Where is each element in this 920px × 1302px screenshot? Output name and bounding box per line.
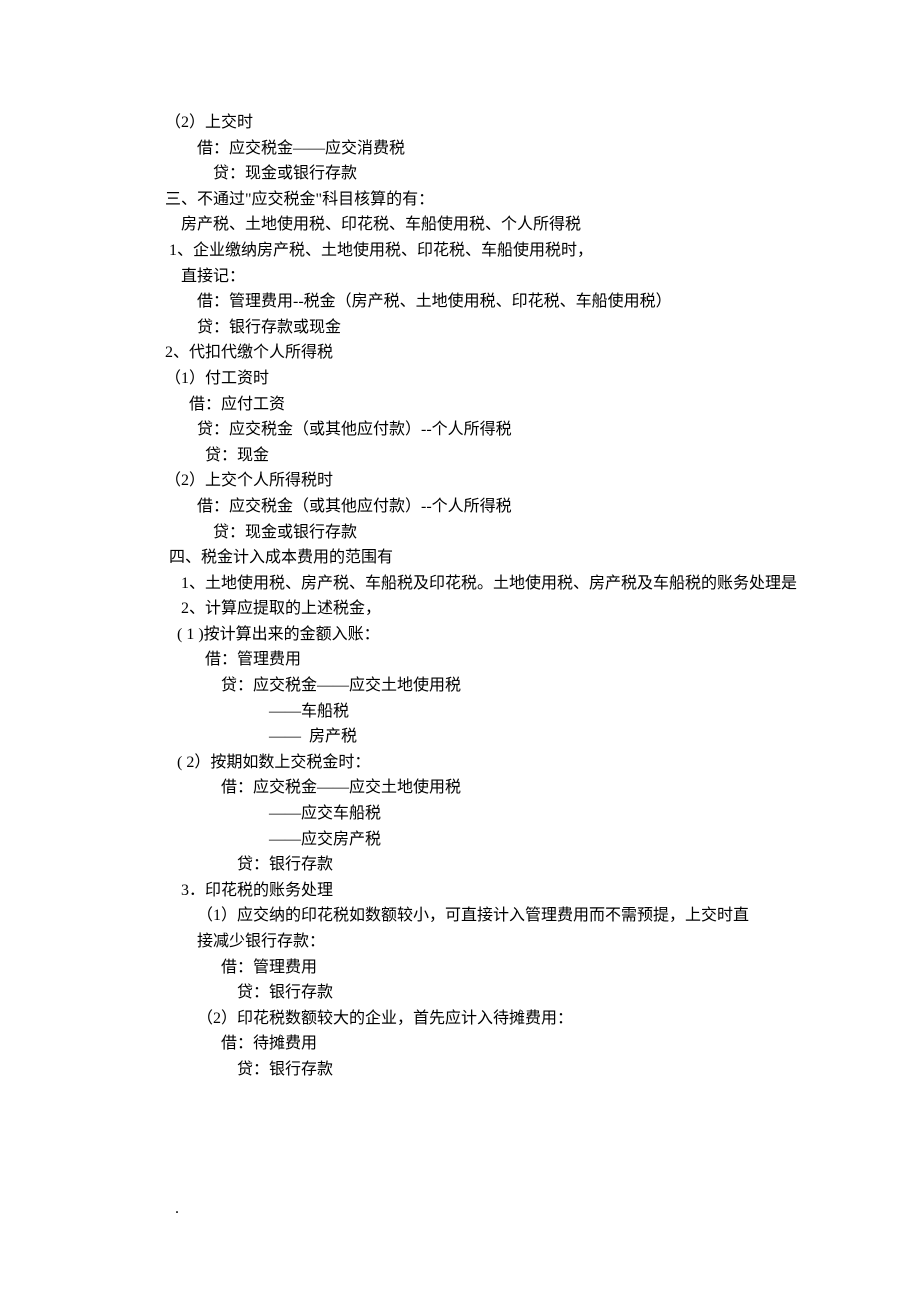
text-line: 借：待摊费用: [165, 1031, 755, 1057]
text-line: 房产税、土地使用税、印花税、车船使用税、个人所得税: [165, 212, 755, 238]
text-line: （2）上交时: [165, 110, 755, 136]
text-line: 借：应交税金——应交消费税: [165, 136, 755, 162]
text-line: 贷：银行存款或现金: [165, 315, 755, 341]
text-line: ( 2）按期如数上交税金时：: [165, 750, 755, 776]
text-line: 贷：银行存款: [165, 852, 755, 878]
text-line: 3．印花税的账务处理: [165, 878, 755, 904]
text-line: 2、代扣代缴个人所得税: [165, 340, 755, 366]
text-line: 接减少银行存款：: [165, 929, 755, 955]
text-line: （2）印花税数额较大的企业，首先应计入待摊费用：: [165, 1006, 755, 1032]
document-body: （2）上交时 借：应交税金——应交消费税 贷：现金或银行存款 三、不通过"应交税…: [165, 110, 755, 1083]
text-line: 贷：银行存款: [165, 980, 755, 1006]
footer-marker: .: [175, 1196, 179, 1222]
text-line: （1）付工资时: [165, 366, 755, 392]
text-line: 贷：应交税金（或其他应付款）--个人所得税: [165, 417, 755, 443]
text-line: 三、不通过"应交税金"科目核算的有：: [165, 187, 755, 213]
text-line: ――车船税: [165, 699, 755, 725]
text-line: 贷：银行存款: [165, 1057, 755, 1083]
text-line: （1）应交纳的印花税如数额较小，可直接计入管理费用而不需预提，上交时直: [165, 903, 755, 929]
text-line: 借：管理费用--税金（房产税、土地使用税、印花税、车船使用税）: [165, 289, 755, 315]
text-line: 贷：应交税金――应交土地使用税: [165, 673, 755, 699]
text-line: 2、计算应提取的上述税金，: [165, 596, 755, 622]
text-line: 四、税金计入成本费用的范围有: [165, 545, 755, 571]
text-line: 直接记：: [165, 264, 755, 290]
text-line: （2）上交个人所得税时: [165, 468, 755, 494]
text-line: 借：应交税金（或其他应付款）--个人所得税: [165, 494, 755, 520]
text-line: 借：应付工资: [165, 392, 755, 418]
text-line: ――应交房产税: [165, 827, 755, 853]
text-line: 借：管理费用: [165, 955, 755, 981]
text-line: 借：管理费用: [165, 647, 755, 673]
text-line: ―― 房产税: [165, 724, 755, 750]
text-line: ( 1 )按计算出来的金额入账：: [165, 622, 755, 648]
document-page: （2）上交时 借：应交税金——应交消费税 贷：现金或银行存款 三、不通过"应交税…: [0, 0, 920, 1302]
text-line: 1、土地使用税、房产税、车船税及印花税。土地使用税、房产税及车船税的账务处理是: [165, 571, 755, 597]
text-line: 借：应交税金――应交土地使用税: [165, 775, 755, 801]
text-line: 1、企业缴纳房产税、土地使用税、印花税、车船使用税时，: [165, 238, 755, 264]
text-line: 贷：现金或银行存款: [165, 161, 755, 187]
text-line: 贷：现金或银行存款: [165, 520, 755, 546]
text-line: 贷：现金: [165, 443, 755, 469]
text-line: ――应交车船税: [165, 801, 755, 827]
